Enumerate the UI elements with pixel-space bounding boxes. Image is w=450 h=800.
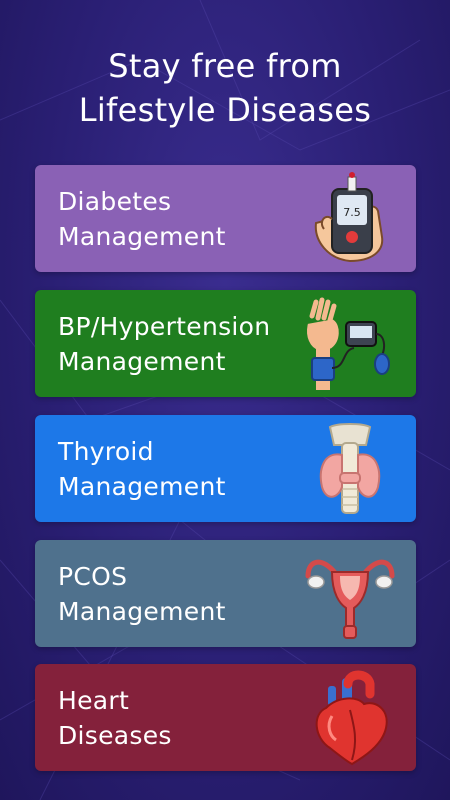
card-label: PCOS Management — [58, 561, 226, 626]
glucometer-icon: 7.5 — [314, 172, 384, 263]
thyroid-management-card[interactable]: Thyroid Management — [35, 415, 416, 522]
uterus-ovaries-icon — [305, 559, 395, 639]
pcos-management-card[interactable]: PCOS Management — [35, 540, 416, 647]
card-label: Diabetes Management — [58, 186, 226, 251]
blood-pressure-monitor-icon — [307, 297, 390, 390]
svg-text:7.5: 7.5 — [343, 206, 361, 219]
bp-hypertension-management-card[interactable]: BP/Hypertension Management — [35, 290, 416, 397]
title-line-1: Stay free from — [108, 47, 342, 85]
heart-icon — [315, 670, 388, 766]
diabetes-management-card[interactable]: Diabetes Management 7.5 — [35, 165, 416, 272]
page-title: Stay free from Lifestyle Diseases — [0, 44, 450, 132]
title-line-2: Lifestyle Diseases — [78, 91, 372, 129]
heart-diseases-card[interactable]: Heart Diseases — [35, 664, 416, 771]
card-label: Heart Diseases — [58, 685, 172, 750]
card-label: Thyroid Management — [58, 436, 226, 501]
thyroid-gland-icon — [319, 423, 381, 514]
card-label: BP/Hypertension Management — [58, 311, 271, 376]
